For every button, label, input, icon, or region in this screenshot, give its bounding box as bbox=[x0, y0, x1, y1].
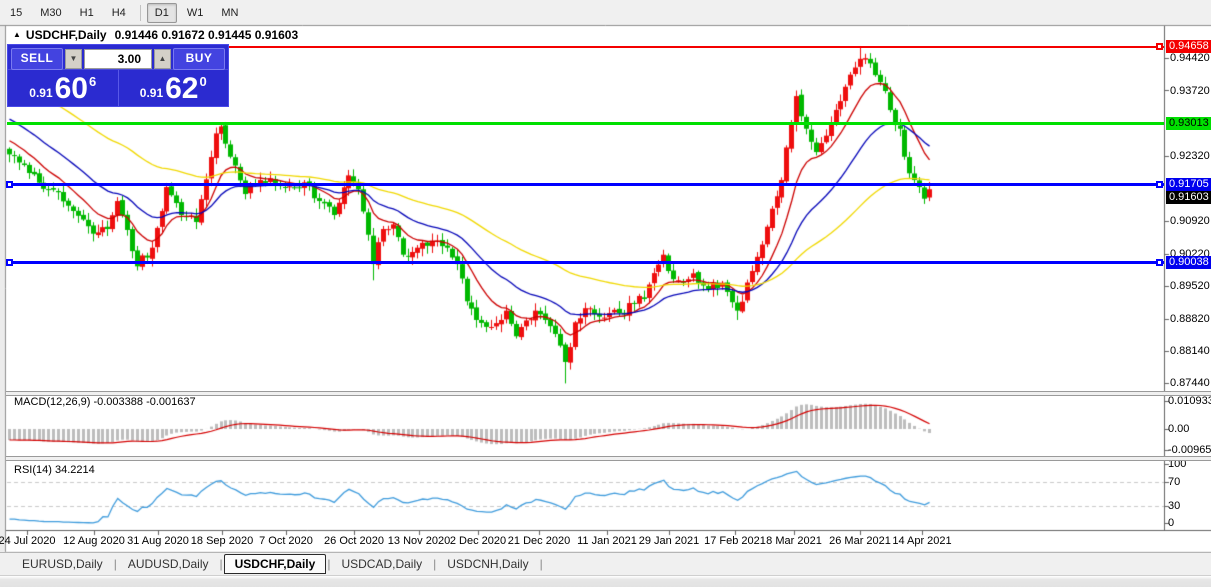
sell-button[interactable]: SELL bbox=[11, 48, 63, 70]
price-axis-tick-label: 0.90920 bbox=[1170, 215, 1210, 227]
date-axis-label: 18 Sep 2020 bbox=[191, 535, 253, 547]
line-endpoint-marker[interactable] bbox=[1156, 43, 1163, 50]
chart-tab-bar: EURUSD,Daily|AUDUSD,Daily|USDCHF,Daily|U… bbox=[0, 552, 1211, 575]
price-axis-tick-label: 0.93720 bbox=[1170, 85, 1210, 97]
buy-price-pip: 0 bbox=[200, 74, 207, 89]
line-endpoint-marker[interactable] bbox=[1156, 259, 1163, 266]
date-axis-label: 17 Feb 2021 bbox=[704, 535, 766, 547]
buy-price-big: 62 bbox=[165, 75, 198, 103]
price-line-badge-0.90038: 0.90038 bbox=[1166, 256, 1211, 269]
chart-symbol-label: USDCHF,Daily bbox=[26, 28, 107, 42]
status-bar-strip bbox=[0, 575, 1211, 587]
trade-panel-top-row: SELL ▼ 3.00 ▲ BUY bbox=[8, 45, 228, 69]
line-endpoint-marker[interactable] bbox=[6, 181, 13, 188]
volume-up-icon: ▲ bbox=[159, 54, 167, 63]
price-axis-tick-label: 0.92320 bbox=[1170, 150, 1210, 162]
macd-axis-tick-label: 0.010933 bbox=[1168, 395, 1211, 407]
price-axis-tick-label: 0.88820 bbox=[1170, 313, 1210, 325]
date-axis-label: 24 Jul 2020 bbox=[0, 535, 55, 547]
date-axis-label: 12 Aug 2020 bbox=[63, 535, 125, 547]
horizontal-line-0.90038[interactable] bbox=[7, 261, 1164, 264]
trade-panel-price-row: 0.91 60 6 0.91 62 0 bbox=[8, 69, 228, 106]
rsi-axis-tick-label: 70 bbox=[1168, 476, 1180, 488]
date-axis-label: 26 Oct 2020 bbox=[324, 535, 384, 547]
sell-price-area[interactable]: 0.91 60 6 bbox=[8, 70, 118, 106]
date-axis-label: 2 Dec 2020 bbox=[450, 535, 506, 547]
tab-usdchf[interactable]: USDCHF,Daily bbox=[224, 554, 327, 574]
rsi-axis-tick-label: 0 bbox=[1168, 517, 1174, 529]
tab-audusd[interactable]: AUDUSD,Daily bbox=[118, 555, 219, 573]
price-line-badge-0.91705: 0.91705 bbox=[1166, 178, 1211, 191]
volume-decrease-button[interactable]: ▼ bbox=[65, 49, 82, 69]
chart-ohlc-line: ▲ USDCHF,Daily 0.91446 0.91672 0.91445 0.9… bbox=[13, 28, 298, 42]
current-price-badge: 0.91603 bbox=[1166, 191, 1211, 204]
macd-indicator-label: MACD(12,26,9) -0.003388 -0.001637 bbox=[14, 396, 196, 408]
buy-price-prefix: 0.91 bbox=[140, 86, 163, 100]
sell-price-pip: 6 bbox=[89, 74, 96, 89]
date-axis-label: 21 Dec 2020 bbox=[508, 535, 570, 547]
date-axis-label: 7 Oct 2020 bbox=[259, 535, 313, 547]
price-axis-tick-label: 0.87440 bbox=[1170, 377, 1210, 389]
price-axis-tick-label: 0.94420 bbox=[1170, 52, 1210, 64]
tab-usdcad[interactable]: USDCAD,Daily bbox=[331, 555, 432, 573]
macd-axis-tick-label: -0.009653 bbox=[1168, 444, 1211, 456]
terminal-window: 15M30H1H4D1W1MN ▲USDCHF,Daily0.91446 0.9… bbox=[0, 0, 1211, 587]
date-axis-label: 13 Nov 2020 bbox=[388, 535, 450, 547]
rsi-indicator-label: RSI(14) 34.2214 bbox=[14, 464, 95, 476]
buy-price-area[interactable]: 0.91 62 0 bbox=[118, 70, 229, 106]
collapse-triangle-icon[interactable]: ▲ bbox=[13, 30, 21, 39]
tab-separator: | bbox=[219, 557, 224, 571]
date-axis-label: 11 Jan 2021 bbox=[577, 535, 637, 547]
horizontal-line-0.93013[interactable] bbox=[7, 122, 1164, 125]
horizontal-line-0.91705[interactable] bbox=[7, 183, 1164, 186]
macd-axis-tick-label: 0.00 bbox=[1168, 423, 1189, 435]
volume-down-icon: ▼ bbox=[70, 54, 78, 63]
tab-eurusd[interactable]: EURUSD,Daily bbox=[12, 555, 113, 573]
tab-separator: | bbox=[539, 557, 544, 571]
sell-price-prefix: 0.91 bbox=[29, 86, 52, 100]
volume-input[interactable]: 3.00 bbox=[84, 49, 152, 69]
rsi-panel-splitter[interactable] bbox=[6, 456, 1211, 461]
date-axis-label: 14 Apr 2021 bbox=[892, 535, 951, 547]
sell-price-big: 60 bbox=[55, 75, 88, 103]
price-axis-tick-label: 0.88140 bbox=[1170, 345, 1210, 357]
price-axis-tick-label: 0.89520 bbox=[1170, 280, 1210, 292]
date-axis-label: 8 Mar 2021 bbox=[766, 535, 822, 547]
volume-increase-button[interactable]: ▲ bbox=[154, 49, 171, 69]
line-endpoint-marker[interactable] bbox=[6, 259, 13, 266]
price-line-badge-0.94658: 0.94658 bbox=[1166, 40, 1211, 53]
price-line-badge-0.93013: 0.93013 bbox=[1166, 117, 1211, 130]
one-click-trading-panel: SELL ▼ 3.00 ▲ BUY 0.91 60 6 0.91 62 0 bbox=[7, 44, 229, 107]
tab-usdcnh[interactable]: USDCNH,Daily bbox=[437, 555, 538, 573]
chart-ohlc-values: 0.91446 0.91672 0.91445 0.91603 bbox=[115, 28, 299, 42]
rsi-axis-tick-label: 30 bbox=[1168, 500, 1180, 512]
buy-button[interactable]: BUY bbox=[173, 48, 225, 70]
date-axis-label: 26 Mar 2021 bbox=[829, 535, 891, 547]
line-endpoint-marker[interactable] bbox=[1156, 181, 1163, 188]
date-axis-label: 31 Aug 2020 bbox=[127, 535, 189, 547]
date-axis-label: 29 Jan 2021 bbox=[639, 535, 700, 547]
